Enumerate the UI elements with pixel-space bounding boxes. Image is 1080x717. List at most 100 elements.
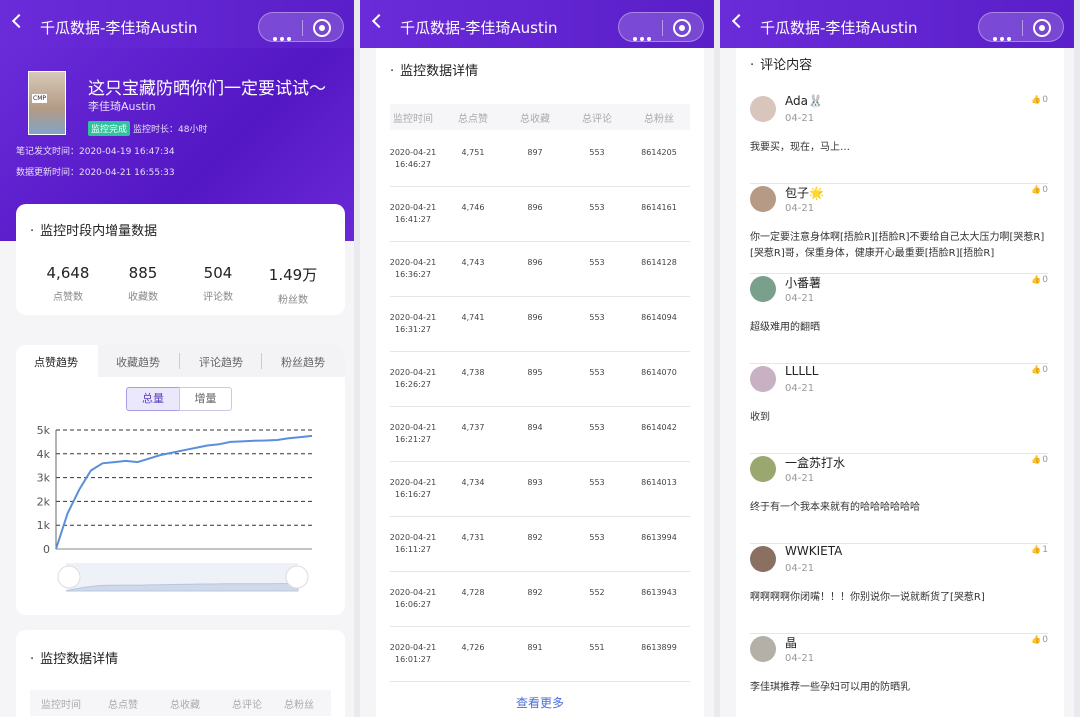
cell-likes: 4,734 [461, 478, 485, 487]
capsule-menu[interactable] [618, 12, 704, 42]
col-header-fans: 总粉丝 [284, 700, 314, 711]
update-time: 数据更新时间：2020-04-21 16:55:33 [16, 168, 175, 178]
capsule-menu[interactable] [258, 12, 344, 42]
table-row: 2020-04-21 16:41:27 4,746 896 553 8614161 [390, 187, 690, 242]
avatar[interactable] [750, 276, 776, 302]
table-row: 2020-04-21 16:36:27 4,743 896 553 8614128 [390, 242, 690, 297]
view-more-link[interactable]: 查看更多 [376, 694, 704, 711]
stat-value: 885 [128, 264, 158, 282]
stat-favs: 885 收藏数 [103, 264, 183, 303]
avatar[interactable] [750, 636, 776, 662]
cell-fans: 8614013 [641, 478, 677, 487]
cell-likes: 4,743 [461, 258, 485, 267]
stat-likes: 4,648 点赞数 [28, 264, 108, 303]
comment-likes[interactable]: 0 [1031, 455, 1048, 465]
cell-fans: 8614070 [641, 368, 677, 377]
stat-label: 点赞数 [53, 292, 83, 303]
avatar[interactable] [750, 546, 776, 572]
app-title: 千瓜数据-李佳琦Austin [400, 19, 558, 37]
back-icon[interactable] [11, 13, 27, 29]
comment-date: 04-21 [785, 203, 815, 214]
col-header-fans: 总粉丝 [644, 114, 674, 125]
cell-comments: 552 [589, 588, 605, 597]
note-author: 李佳琦Austin [88, 100, 156, 113]
tab-fans-trend[interactable]: 粉丝趋势 [281, 354, 325, 370]
comment-date: 04-21 [785, 113, 815, 124]
table-row: 2020-04-21 16:11:27 4,731 892 553 8613994 [390, 517, 690, 572]
cell-time: 2020-04-21 16:06:27 [382, 588, 444, 609]
detail-header-row: 监控时间 总点赞 总收藏 总评论 总粉丝 [390, 104, 690, 130]
cell-likes: 4,751 [461, 148, 485, 157]
detail-card: 监控数据详情 监控时间 总点赞 总收藏 总评论 总粉丝 2020-04-21 16… [376, 48, 704, 717]
cell-time: 2020-04-21 16:16:27 [382, 478, 444, 499]
app-title: 千瓜数据-李佳琦Austin [40, 19, 198, 37]
cell-comments: 553 [589, 423, 605, 432]
app-title: 千瓜数据-李佳琦Austin [760, 19, 918, 37]
comment-item: 小番薯 04-21 0 超级难用的翻晒 [750, 274, 1048, 364]
cell-time: 2020-04-21 16:41:27 [382, 203, 444, 224]
comment-likes[interactable]: 0 [1031, 635, 1048, 645]
more-icon[interactable] [633, 26, 655, 41]
cell-favs: 896 [527, 313, 543, 322]
capsule-divider [1022, 20, 1023, 36]
more-icon[interactable] [993, 26, 1015, 41]
capsule-menu[interactable] [978, 12, 1064, 42]
range-handle-right[interactable] [285, 565, 309, 589]
comment-text: 收到 [750, 412, 770, 423]
cell-fans: 8614042 [641, 423, 677, 432]
cell-favs: 896 [527, 258, 543, 267]
comment-likes[interactable]: 0 [1031, 185, 1048, 195]
cell-time: 2020-04-21 16:01:27 [382, 643, 444, 664]
close-target-icon[interactable] [673, 19, 691, 37]
range-handle-left[interactable] [57, 565, 81, 589]
close-target-icon[interactable] [1033, 19, 1051, 37]
comments-card: 评论内容 Ada🐰 04-21 0 我要买，现在，马上… 包子🌟 04-21 0 你一定要注意… [736, 48, 1064, 717]
cell-likes: 4,728 [461, 588, 485, 597]
table-row: 2020-04-21 16:01:27 4,726 891 551 8613899 [390, 627, 690, 682]
trend-tabs: 点赞趋势 收藏趋势 评论趋势 粉丝趋势 [16, 345, 345, 377]
segment-total[interactable]: 总量 [126, 387, 180, 411]
avatar[interactable] [750, 456, 776, 482]
cell-likes: 4,731 [461, 533, 485, 542]
commenter-name[interactable]: 包子🌟 [785, 184, 824, 201]
comment-likes[interactable]: 0 [1031, 95, 1048, 105]
comment-likes[interactable]: 1 [1031, 545, 1048, 555]
commenter-name[interactable]: 小番薯 [785, 274, 821, 291]
back-icon[interactable] [731, 13, 747, 29]
cell-favs: 894 [527, 423, 543, 432]
cell-likes: 4,738 [461, 368, 485, 377]
avatar[interactable] [750, 186, 776, 212]
commenter-name[interactable]: WWKIETA [785, 544, 842, 558]
avatar[interactable] [750, 96, 776, 122]
commenter-name[interactable]: 晶 [785, 634, 797, 651]
stat-value: 1.49万 [268, 266, 318, 284]
cell-clock: 16:01:27 [395, 655, 431, 664]
stat-label: 评论数 [203, 292, 233, 303]
cell-favs: 893 [527, 478, 543, 487]
comments-title: 评论内容 [750, 54, 812, 73]
back-icon[interactable] [371, 13, 387, 29]
y-tick-label: 4k [37, 448, 51, 461]
commenter-name[interactable]: LLLLL [785, 364, 818, 378]
tab-comments-trend[interactable]: 评论趋势 [199, 354, 243, 370]
comment-likes[interactable]: 0 [1031, 365, 1048, 375]
cell-time: 2020-04-21 16:36:27 [382, 258, 444, 279]
note-title: 这只宝藏防晒你们一定要试试～ [88, 79, 326, 99]
comment-item: Ada🐰 04-21 0 我要买，现在，马上… [750, 94, 1048, 184]
y-tick-label: 1k [37, 519, 51, 532]
likes-series-line [55, 434, 313, 550]
segment-increment[interactable]: 增量 [179, 387, 232, 411]
tab-favs-trend[interactable]: 收藏趋势 [116, 354, 160, 370]
comment-likes[interactable]: 0 [1031, 275, 1048, 285]
y-tick-label: 0 [43, 543, 50, 556]
more-icon[interactable] [273, 26, 295, 41]
cell-clock: 16:36:27 [395, 270, 431, 279]
close-target-icon[interactable] [313, 19, 331, 37]
avatar[interactable] [750, 366, 776, 392]
tab-likes-trend[interactable]: 点赞趋势 [34, 354, 78, 370]
cell-comments: 553 [589, 313, 605, 322]
note-thumbnail[interactable]: CMP [28, 71, 66, 135]
commenter-name[interactable]: 一盒苏打水 [785, 454, 845, 471]
comment-text: 终于有一个我本来就有的哈哈哈哈哈哈 [750, 502, 920, 513]
commenter-name[interactable]: Ada🐰 [785, 94, 823, 108]
